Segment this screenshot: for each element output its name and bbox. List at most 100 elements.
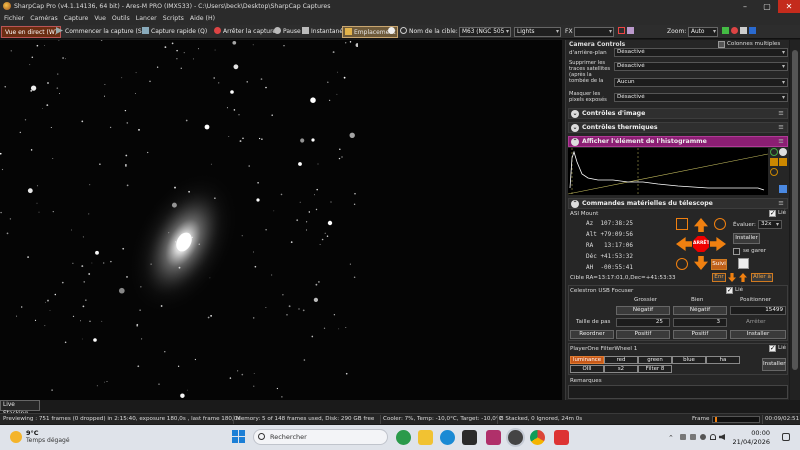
- weather-moon-icon[interactable]: [10, 431, 22, 443]
- remarks-textarea[interactable]: [568, 385, 788, 399]
- menu-scripts[interactable]: Scripts: [160, 13, 187, 25]
- chrome-browser-icon[interactable]: [530, 430, 545, 445]
- sharpcap-taskbar-icon[interactable]: [508, 430, 523, 445]
- tray-chevron-icon[interactable]: ⌃: [668, 434, 674, 442]
- filter-blue[interactable]: blue: [672, 356, 706, 364]
- fine-step-field[interactable]: 3: [673, 318, 727, 327]
- hamburger-icon[interactable]: ≡: [778, 137, 784, 146]
- minimize-button[interactable]: –: [734, 0, 756, 13]
- hamburger-icon[interactable]: ≡: [778, 123, 784, 132]
- weather-desc[interactable]: Temps dégagé: [26, 437, 70, 444]
- filterwheel-install-button[interactable]: Installer: [762, 358, 786, 371]
- focuser-stop-button[interactable]: Arrêter: [746, 319, 766, 325]
- pause-button[interactable]: Pause: [274, 26, 301, 38]
- panel-scrollbar[interactable]: [790, 40, 800, 400]
- coarse-negative-button[interactable]: Négatif: [616, 306, 670, 315]
- menu-aide[interactable]: Aide (H): [187, 13, 218, 25]
- goto-button[interactable]: Aller à: [751, 273, 773, 282]
- multi-columns-checkbox[interactable]: [718, 41, 725, 48]
- star-align-icon[interactable]: [738, 258, 749, 269]
- menu-lancer[interactable]: Lancer: [133, 13, 160, 25]
- filter-luminance[interactable]: luminance: [570, 356, 604, 364]
- background-select[interactable]: Désactivé: [614, 48, 788, 57]
- camera-image-view[interactable]: [0, 40, 562, 400]
- mount-linked-checkbox[interactable]: [769, 209, 776, 217]
- filter-red[interactable]: red: [604, 356, 638, 364]
- north-arrow-button[interactable]: [694, 218, 708, 232]
- up-arrow-icon[interactable]: [739, 273, 747, 282]
- filter-green[interactable]: green: [638, 356, 672, 364]
- south-arrow-button[interactable]: [694, 256, 708, 270]
- down-arrow-icon[interactable]: [728, 273, 736, 282]
- move-icon[interactable]: [770, 158, 778, 166]
- auto-stretch-icon[interactable]: [779, 158, 787, 166]
- windows-start-icon[interactable]: [232, 430, 246, 444]
- fine-negative-button[interactable]: Négatif: [673, 306, 727, 315]
- xbox-app-icon[interactable]: [396, 430, 411, 445]
- info-icon[interactable]: [770, 148, 778, 156]
- fine-positive-button[interactable]: Positif: [673, 330, 727, 339]
- tracking-button[interactable]: Suivi: [711, 259, 727, 270]
- quick-capture-button[interactable]: Capture rapide (Q): [142, 26, 207, 38]
- spiral-search-icon[interactable]: [676, 218, 688, 230]
- histogram-section[interactable]: ⌃ Afficher l'élément de l'histogramme ≡: [568, 136, 788, 147]
- hamburger-icon[interactable]: ≡: [778, 109, 784, 118]
- tray-app-icon[interactable]: [680, 434, 686, 440]
- wifi-icon[interactable]: [710, 434, 716, 440]
- reset-icon[interactable]: [770, 168, 778, 176]
- park-checkbox[interactable]: [733, 248, 740, 255]
- hamburger-icon[interactable]: ≡: [778, 199, 784, 208]
- frame-type-select[interactable]: Lights: [514, 27, 561, 37]
- maximize-button[interactable]: ▢: [756, 0, 778, 13]
- taskbar-search-input[interactable]: Rechercher: [253, 429, 388, 445]
- histogram-plot[interactable]: [568, 148, 768, 195]
- filter-8[interactable]: Filter 8: [638, 365, 672, 373]
- west-arrow-button[interactable]: [676, 237, 692, 251]
- telescope-section[interactable]: ⌃ Commandes matérielles du télescope ≡: [568, 198, 788, 209]
- fx-tools[interactable]: [618, 26, 636, 38]
- filter-s2[interactable]: s2: [604, 365, 638, 373]
- coarse-step-field[interactable]: 25: [616, 318, 670, 327]
- menu-fichier[interactable]: Fichier: [0, 13, 27, 25]
- media-app-icon[interactable]: [486, 430, 501, 445]
- none-select[interactable]: Aucun: [614, 78, 788, 87]
- east-arrow-button[interactable]: [710, 237, 726, 251]
- menu-vue[interactable]: Vue: [91, 13, 109, 25]
- tray-app-icon[interactable]: [700, 434, 706, 440]
- crosshair-icon[interactable]: [676, 258, 688, 270]
- contrast-icon[interactable]: [779, 148, 787, 156]
- zoom-select[interactable]: Auto: [688, 27, 718, 37]
- focuser-install-button[interactable]: Installer: [730, 330, 786, 339]
- coarse-positive-button[interactable]: Positif: [616, 330, 670, 339]
- file-explorer-icon[interactable]: [418, 430, 433, 445]
- mount-install-button[interactable]: Installer: [733, 233, 760, 244]
- fx-select[interactable]: [574, 27, 614, 37]
- notification-icon[interactable]: [782, 433, 790, 441]
- image-controls-section[interactable]: ⌄ Contrôles d'image ≡: [568, 108, 788, 119]
- rate-select[interactable]: 32x: [758, 220, 782, 229]
- menu-cameras[interactable]: Caméras: [27, 13, 61, 25]
- frame-progress-thumb[interactable]: [715, 417, 717, 422]
- live-stacking-tab[interactable]: Live Stacking: [0, 400, 40, 417]
- focuser-linked-checkbox[interactable]: [726, 286, 733, 294]
- filterwheel-linked-checkbox[interactable]: [769, 344, 776, 352]
- stop-capture-button[interactable]: Arrêter la capture: [214, 26, 276, 38]
- scrollbar-thumb[interactable]: [792, 50, 798, 370]
- thermal-controls-section[interactable]: ⌄ Contrôles thermiques ≡: [568, 122, 788, 133]
- view-tools[interactable]: [722, 26, 758, 38]
- target-name-select[interactable]: M63 (NGC 505: [459, 27, 511, 37]
- filter-oiii[interactable]: OIII: [570, 365, 604, 373]
- reorder-button[interactable]: Reordner: [570, 330, 614, 339]
- store-app-icon[interactable]: [462, 430, 477, 445]
- save-icon[interactable]: [779, 185, 787, 193]
- edge-browser-icon[interactable]: [440, 430, 455, 445]
- taskbar-date[interactable]: 21/04/2026: [728, 438, 770, 446]
- satellite-trails-select[interactable]: Désactivé: [614, 62, 788, 71]
- save-target-button[interactable]: Enr: [712, 273, 726, 282]
- home-icon[interactable]: [714, 218, 726, 230]
- snapshot-button[interactable]: Instantané: [302, 26, 343, 38]
- record-indicator[interactable]: [388, 26, 397, 38]
- menu-outils[interactable]: Outils: [109, 13, 133, 25]
- live-view-button[interactable]: Vue en direct (W): [1, 26, 62, 38]
- system-tray-icons[interactable]: [680, 433, 730, 441]
